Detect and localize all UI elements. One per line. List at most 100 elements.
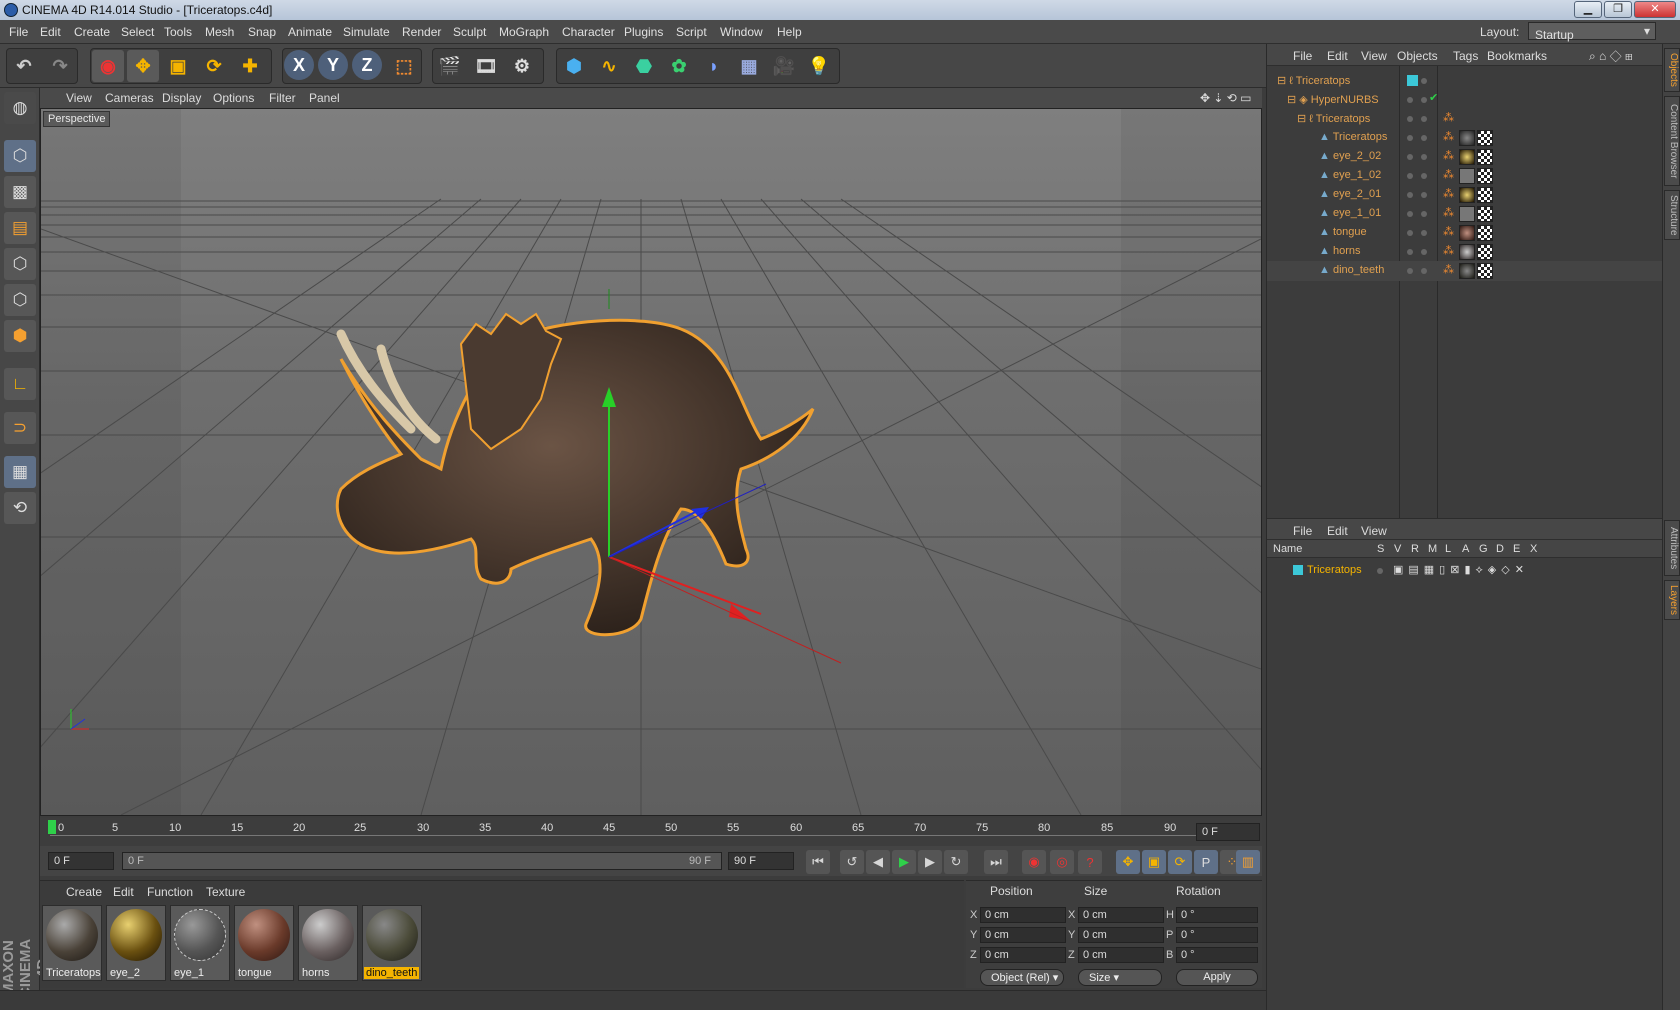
uvw-tag[interactable]	[1477, 225, 1493, 241]
phong-tag-icon[interactable]: ⁂	[1443, 244, 1454, 257]
lm-menu-view[interactable]: View	[1361, 524, 1387, 538]
menu-file[interactable]: File	[9, 25, 28, 39]
axis-mode-icon[interactable]: ∟	[4, 368, 36, 400]
redo-icon[interactable]: ↷	[44, 50, 76, 82]
viewport-nav-icons[interactable]: ✥ ⇣ ⟲ ▭	[1200, 91, 1252, 105]
vp-menu-cameras[interactable]: Cameras	[105, 91, 154, 105]
mat-menu-texture[interactable]: Texture	[206, 885, 245, 899]
menu-animate[interactable]: Animate	[288, 25, 332, 39]
minimize-button[interactable]: ▁	[1574, 1, 1602, 18]
close-button[interactable]: ✕	[1634, 1, 1676, 18]
rotation-h-field[interactable]: 0 °	[1176, 907, 1258, 923]
layout-select[interactable]: Startup ▾	[1528, 22, 1656, 42]
make-editable-icon[interactable]: ◍	[4, 92, 36, 124]
render-visibility-dot[interactable]	[1421, 192, 1427, 198]
phong-tag-icon[interactable]: ⁂	[1443, 168, 1454, 181]
current-frame-field[interactable]: 0 F	[1196, 823, 1260, 841]
position-z-field[interactable]: 0 cm	[980, 947, 1066, 963]
rotation-p-field[interactable]: 0 °	[1176, 927, 1258, 943]
om-menu-view[interactable]: View	[1361, 49, 1387, 63]
col-render[interactable]: R	[1411, 543, 1419, 555]
solo-mode-icon[interactable]: ⟲	[4, 492, 36, 524]
material-swatch[interactable]: horns	[298, 905, 358, 981]
uvw-tag[interactable]	[1477, 130, 1493, 146]
render-visibility-dot[interactable]	[1421, 116, 1427, 122]
material-tag[interactable]	[1459, 149, 1475, 165]
object-row[interactable]: ⊟ ◈ HyperNURBS ✔	[1267, 90, 1663, 110]
object-row[interactable]: ▲ eye_1_02 ⁂	[1267, 166, 1663, 186]
material-tag[interactable]	[1459, 244, 1475, 260]
texture-mode-icon[interactable]: ▩	[4, 176, 36, 208]
workplane-mode-icon[interactable]: ▤	[4, 212, 36, 244]
move-icon[interactable]: ✥	[127, 50, 159, 82]
vp-menu-options[interactable]: Options	[213, 91, 254, 105]
end-frame-field[interactable]: 90 F	[728, 852, 794, 870]
col-deformers[interactable]: D	[1496, 543, 1504, 555]
material-swatch[interactable]: eye_1	[170, 905, 230, 981]
timeline-ruler[interactable]: 0 5 10 15 20 25 30 35 40 45 50 55 60 65 …	[40, 818, 1262, 846]
material-swatch[interactable]: tongue	[234, 905, 294, 981]
menu-select[interactable]: Select	[121, 25, 154, 39]
y-axis-icon[interactable]: Y	[318, 50, 348, 80]
record-keys-icon[interactable]: ◉	[1022, 850, 1046, 874]
perspective-viewport[interactable]: Perspective	[40, 108, 1262, 816]
render-view-icon[interactable]: 🎬	[434, 50, 466, 82]
go-to-start-icon[interactable]: ⏮	[806, 850, 830, 874]
render-picture-viewer-icon[interactable]: 🎞	[470, 50, 502, 82]
render-visibility-dot[interactable]	[1421, 135, 1427, 141]
tab-objects[interactable]: Objects	[1664, 48, 1680, 92]
apply-button[interactable]: Apply	[1176, 969, 1258, 986]
uvw-tag[interactable]	[1477, 168, 1493, 184]
nurbs-icon[interactable]: ⬣	[628, 50, 660, 82]
menu-render[interactable]: Render	[402, 25, 441, 39]
menu-tools[interactable]: Tools	[164, 25, 192, 39]
material-tag[interactable]	[1459, 263, 1475, 279]
maximize-button[interactable]: ❐	[1604, 1, 1632, 18]
phong-tag-icon[interactable]: ⁂	[1443, 206, 1454, 219]
uvw-tag[interactable]	[1477, 187, 1493, 203]
autokeying-icon[interactable]: ◎	[1050, 850, 1074, 874]
material-swatch[interactable]: eye_2	[106, 905, 166, 981]
col-expressions[interactable]: E	[1513, 543, 1520, 555]
key-position-icon[interactable]: ✥	[1116, 850, 1140, 874]
editor-visibility-dot[interactable]	[1407, 173, 1413, 179]
phong-tag-icon[interactable]: ⁂	[1443, 225, 1454, 238]
frame-range-slider[interactable]: 0 F 90 F	[122, 852, 722, 870]
uvw-tag[interactable]	[1477, 263, 1493, 279]
play-icon[interactable]: ▶	[892, 850, 916, 874]
size-x-field[interactable]: 0 cm	[1078, 907, 1164, 923]
render-visibility-dot[interactable]	[1421, 173, 1427, 179]
object-row[interactable]: ⊟ ℓ Triceratops ⁂	[1267, 109, 1663, 129]
previous-frame-icon[interactable]: ◀	[866, 850, 890, 874]
menu-simulate[interactable]: Simulate	[343, 25, 390, 39]
tab-attributes[interactable]: Attributes	[1664, 520, 1680, 576]
render-visibility-dot[interactable]	[1421, 249, 1427, 255]
menu-sculpt[interactable]: Sculpt	[453, 25, 486, 39]
position-y-field[interactable]: 0 cm	[980, 927, 1066, 943]
lm-menu-file[interactable]: File	[1293, 524, 1312, 538]
key-parameter-icon[interactable]: P	[1194, 850, 1218, 874]
next-frame-icon[interactable]: ▶	[918, 850, 942, 874]
mat-menu-function[interactable]: Function	[147, 885, 193, 899]
vp-menu-display[interactable]: Display	[162, 91, 201, 105]
start-frame-field[interactable]: 0 F	[48, 852, 114, 870]
render-visibility-dot[interactable]	[1421, 97, 1427, 103]
size-mode-dropdown[interactable]: Size ▾	[1078, 969, 1162, 986]
timeline-window-icon[interactable]: ▥	[1236, 850, 1260, 874]
menu-edit[interactable]: Edit	[40, 25, 61, 39]
add-icon[interactable]: ✚	[234, 50, 266, 82]
snap-icon[interactable]: ⊃	[4, 412, 36, 444]
key-scale-icon[interactable]: ▣	[1142, 850, 1166, 874]
editor-visibility-dot[interactable]	[1407, 135, 1413, 141]
deformer-icon[interactable]: ◗	[698, 50, 730, 82]
object-row[interactable]: ▲ eye_2_01 ⁂	[1267, 185, 1663, 205]
editor-visibility-dot[interactable]	[1407, 97, 1413, 103]
menu-help[interactable]: Help	[777, 25, 802, 39]
edges-mode-icon[interactable]: ⬡	[4, 284, 36, 316]
position-x-field[interactable]: 0 cm	[980, 907, 1066, 923]
menu-mesh[interactable]: Mesh	[205, 25, 234, 39]
om-menu-file[interactable]: File	[1293, 49, 1312, 63]
layer-toggle-icons[interactable]: ▣▤▦▯⊠▮⟡◈◇✕	[1393, 563, 1529, 577]
om-menu-bookmarks[interactable]: Bookmarks	[1487, 49, 1547, 63]
menu-window[interactable]: Window	[720, 25, 763, 39]
